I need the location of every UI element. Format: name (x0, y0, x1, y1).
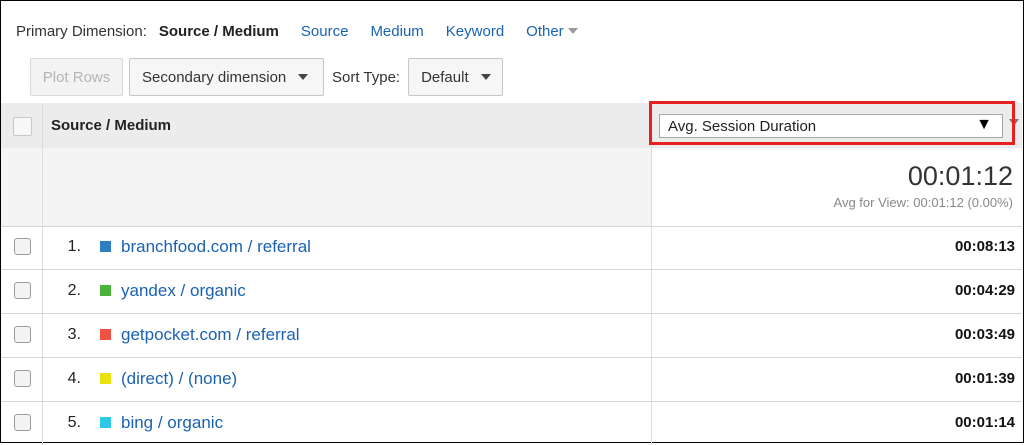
row-number: 1. (67, 238, 81, 255)
chevron-down-icon (567, 28, 578, 34)
series-color-swatch (100, 329, 111, 340)
series-color-swatch (100, 373, 111, 384)
row-metric-value: 00:04:29 (954, 282, 1015, 299)
primary-dimension-bar: Primary Dimension: Source / Medium Sourc… (16, 20, 578, 42)
row-source-link[interactable]: branchfood.com / referral (121, 237, 311, 257)
row-number: 4. (67, 370, 81, 387)
row-checkbox-cell (1, 358, 43, 401)
metric-select-dropdown[interactable]: Avg. Session Duration ▼ (659, 114, 1003, 138)
table-row: 1. branchfood.com / referral 00:08:13 (1, 226, 1022, 269)
row-checkbox[interactable] (14, 238, 31, 255)
sort-descending-icon[interactable] (1009, 119, 1019, 126)
table-row: 3. getpocket.com / referral 00:03:49 (1, 314, 1022, 357)
source-medium-column-header[interactable]: Source / Medium (51, 117, 171, 134)
plot-rows-label: Plot Rows (42, 68, 111, 86)
row-metric-cell: 00:04:29 (651, 270, 1023, 313)
row-checkbox-cell (1, 402, 43, 445)
dimension-source-medium[interactable]: Source / Medium (159, 23, 279, 40)
sort-type-dropdown[interactable]: Default (408, 58, 504, 96)
row-source-link[interactable]: (direct) / (none) (121, 369, 237, 389)
row-checkbox[interactable] (14, 326, 31, 343)
row-checkbox-cell (1, 226, 43, 269)
plot-rows-button[interactable]: Plot Rows (30, 58, 123, 96)
dimension-keyword-link[interactable]: Keyword (446, 23, 504, 40)
row-metric-value: 00:01:39 (954, 370, 1015, 387)
row-checkbox[interactable] (14, 414, 31, 431)
row-number: 2. (67, 282, 81, 299)
table-toolbar: Plot Rows Secondary dimension Sort Type:… (30, 57, 504, 97)
dimension-other-dropdown[interactable]: Other (526, 23, 578, 40)
table-row: 5. bing / organic 00:01:14 (1, 402, 1022, 445)
chevron-down-icon (298, 74, 309, 80)
series-color-swatch (100, 285, 111, 296)
header-checkbox-cell (1, 103, 43, 148)
sort-type-label: Sort Type: (332, 68, 401, 86)
dimension-source-link[interactable]: Source (301, 23, 349, 40)
row-source-link[interactable]: getpocket.com / referral (121, 325, 300, 345)
secondary-dimension-dropdown[interactable]: Secondary dimension (129, 58, 324, 96)
row-metric-cell: 00:03:49 (651, 314, 1023, 357)
row-metric-cell: 00:01:39 (651, 358, 1023, 401)
row-checkbox-cell (1, 314, 43, 357)
sort-type-value: Default (421, 68, 469, 86)
row-number: 5. (67, 414, 81, 431)
row-metric-value: 00:03:49 (954, 326, 1015, 343)
dimension-medium-link[interactable]: Medium (370, 23, 423, 40)
select-all-checkbox[interactable] (13, 117, 32, 136)
summary-label-cell (43, 148, 651, 226)
metric-select-label: Avg. Session Duration (668, 117, 817, 135)
summary-total-value: 00:01:12 (907, 161, 1013, 191)
row-metric-value: 00:08:13 (954, 238, 1015, 255)
row-checkbox[interactable] (14, 282, 31, 299)
table-row: 2. yandex / organic 00:04:29 (1, 270, 1022, 313)
summary-checkbox-cell (1, 148, 43, 226)
row-checkbox[interactable] (14, 370, 31, 387)
row-number: 3. (67, 326, 81, 343)
dimension-other-label: Other (526, 22, 564, 40)
row-source-link[interactable]: yandex / organic (121, 281, 246, 301)
series-color-swatch (100, 417, 111, 428)
row-metric-cell: 00:08:13 (651, 226, 1023, 269)
row-metric-cell: 00:01:14 (651, 402, 1023, 445)
summary-avg-for-view: Avg for View: 00:01:12 (0.00%) (833, 195, 1013, 210)
summary-row: 00:01:12 Avg for View: 00:01:12 (0.00%) (1, 148, 1023, 226)
chevron-down-icon (480, 74, 491, 80)
secondary-dimension-label: Secondary dimension (142, 68, 287, 86)
row-source-link[interactable]: bing / organic (121, 413, 223, 433)
summary-metric-cell: 00:01:12 Avg for View: 00:01:12 (0.00%) (651, 148, 1023, 226)
row-metric-value: 00:01:14 (954, 414, 1015, 431)
primary-dimension-label: Primary Dimension: (16, 22, 147, 40)
row-checkbox-cell (1, 270, 43, 313)
dropdown-triangle-icon: ▼ (976, 116, 992, 133)
table-row: 4. (direct) / (none) 00:01:39 (1, 358, 1022, 401)
series-color-swatch (100, 241, 111, 252)
